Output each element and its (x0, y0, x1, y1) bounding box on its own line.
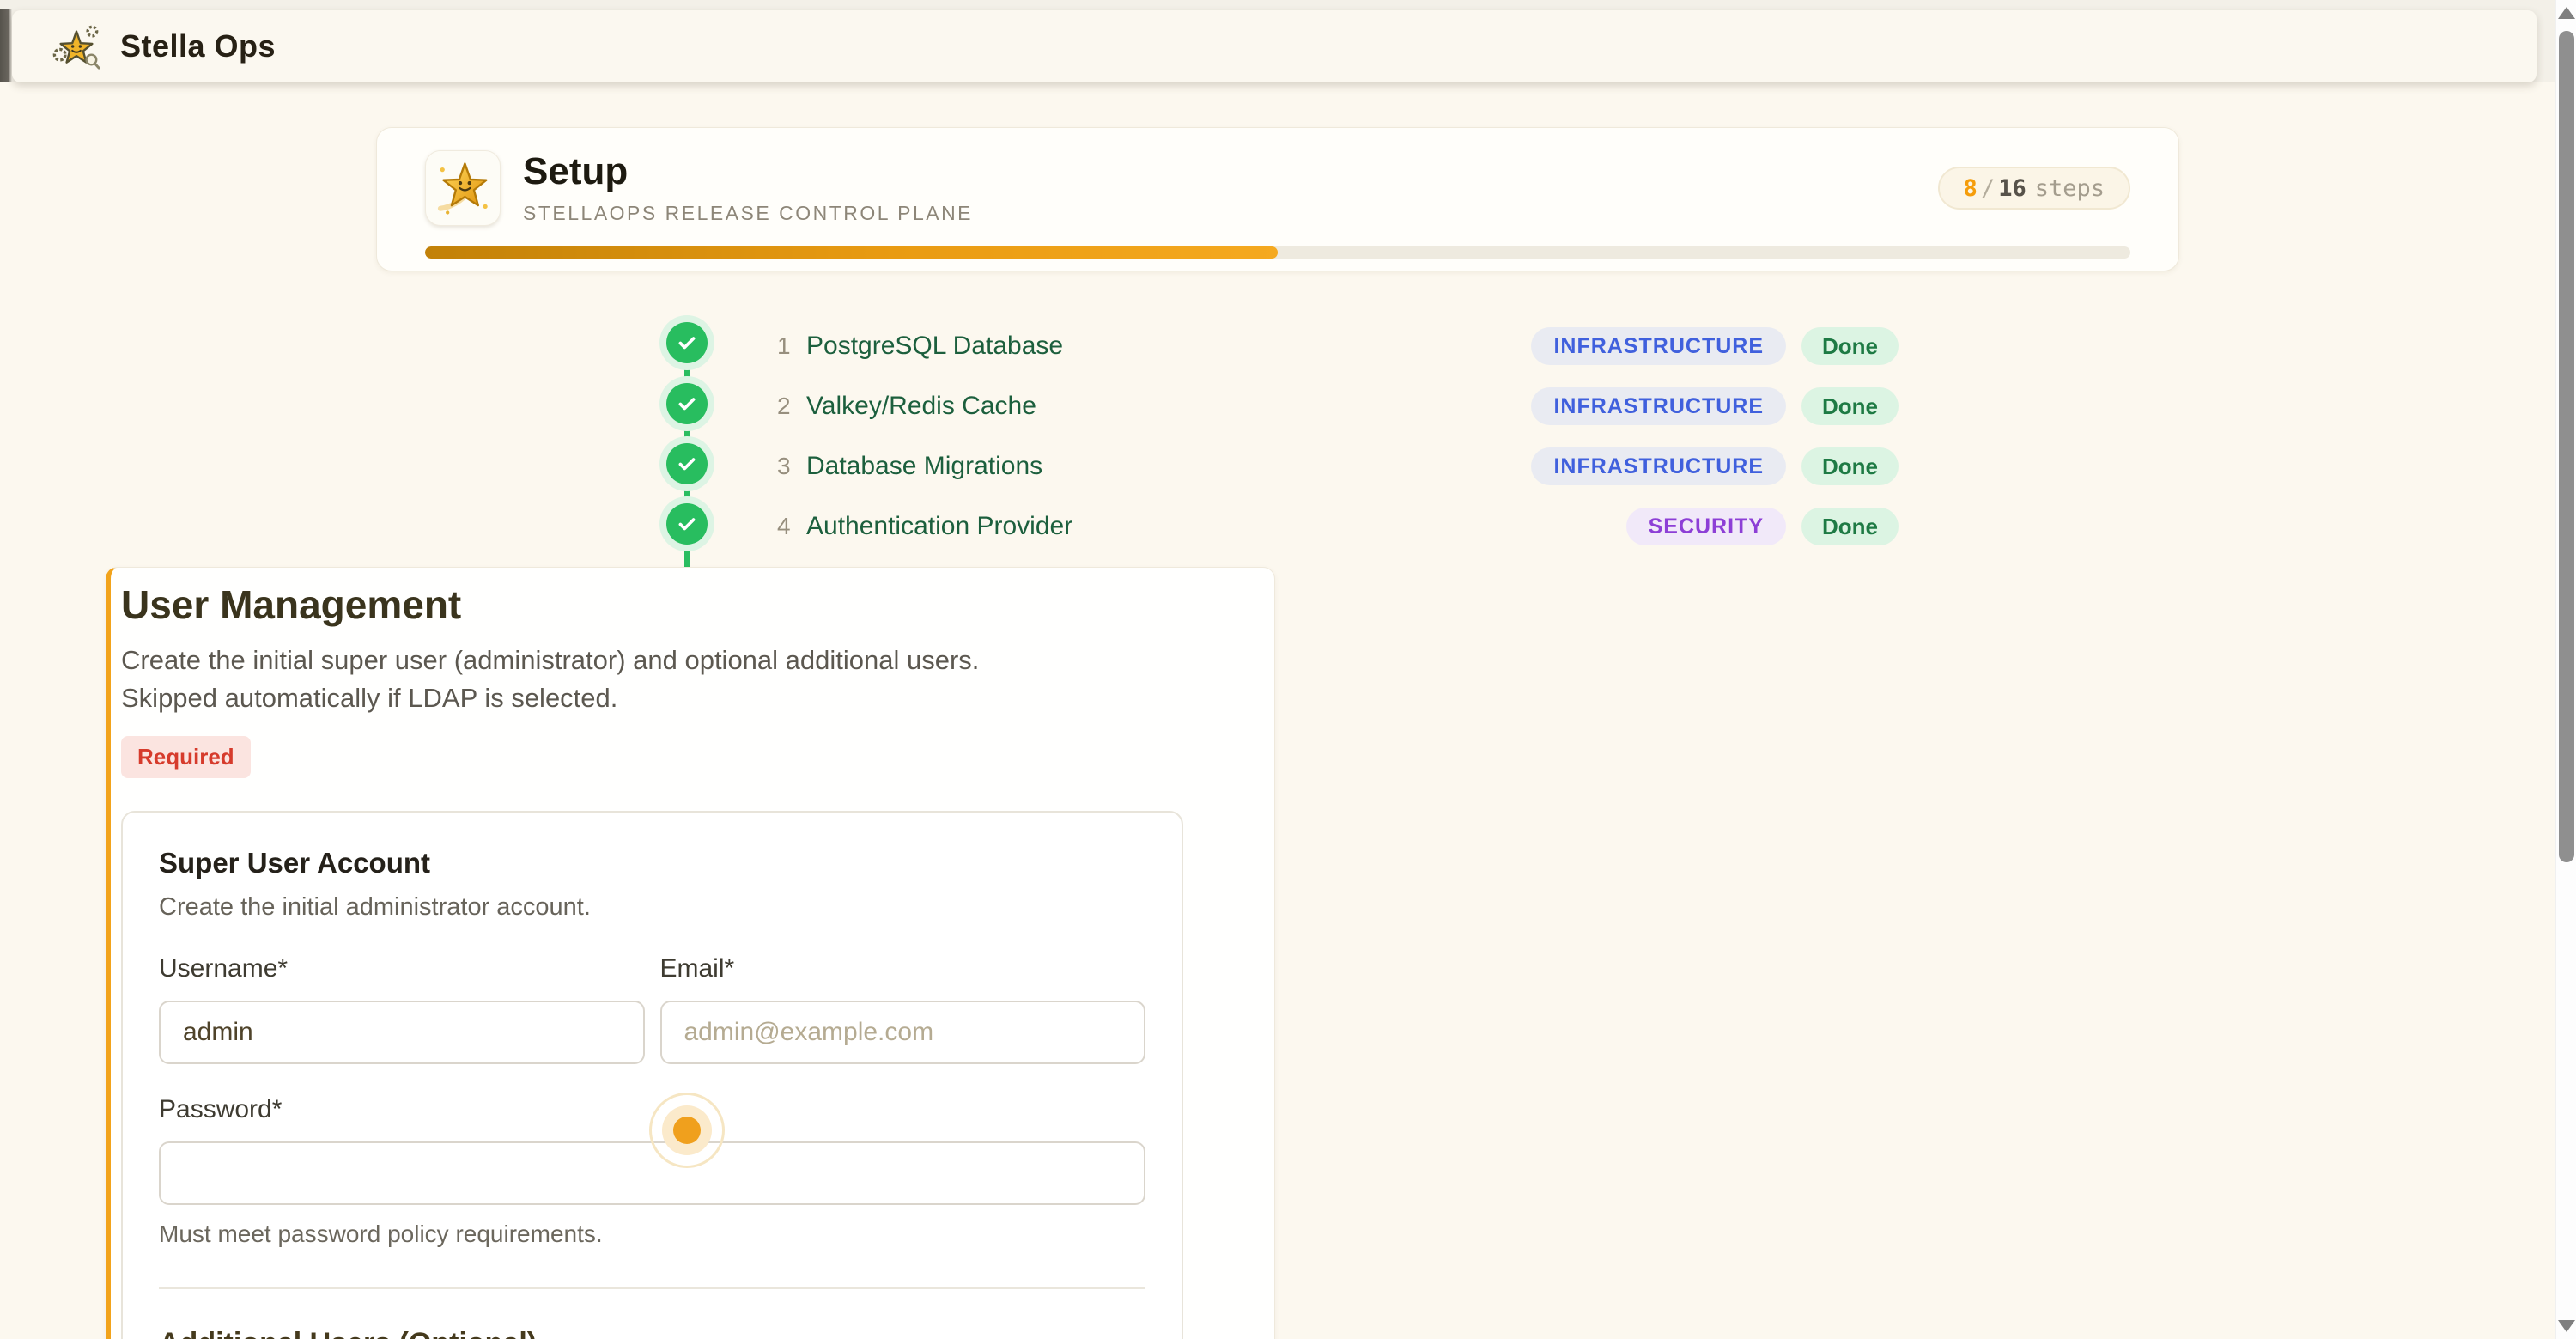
category-badge: INFRASTRUCTURE (1531, 447, 1786, 485)
scrollbar-thumb[interactable] (2559, 31, 2574, 862)
stella-ops-logo-icon (50, 21, 103, 71)
step-row-valkey-redis[interactable]: 2 Valkey/Redis Cache INFRASTRUCTURE Done (647, 376, 1899, 436)
email-input[interactable] (660, 1001, 1146, 1064)
steps-slash: / (1981, 175, 1995, 202)
step-title: PostgreSQL Database (806, 332, 1063, 361)
step-number: 1 (777, 332, 806, 360)
step-title: Valkey/Redis Cache (806, 392, 1036, 421)
steps-progress-badge: 8 / 16 steps (1938, 167, 2130, 210)
setup-progress-track (425, 246, 2130, 259)
scrollbar-down-arrow-icon[interactable] (2558, 1320, 2575, 1332)
status-badge: Done (1801, 447, 1899, 485)
step-4-check-icon (666, 503, 708, 545)
window-edge-shadow (0, 9, 12, 88)
status-badge: Done (1801, 327, 1899, 365)
username-label: Username* (159, 954, 645, 983)
scrollbar-up-arrow-icon[interactable] (2558, 7, 2575, 19)
user-management-section: User Management Create the initial super… (106, 567, 1275, 1339)
step-3-check-icon (666, 443, 708, 484)
super-user-subtitle: Create the initial administrator account… (159, 893, 1145, 922)
steps-total-count: 16 (1998, 175, 2026, 202)
steps-suffix: steps (2035, 175, 2105, 202)
app-header-bar: Stella Ops (12, 10, 2537, 82)
current-step-marker (673, 1117, 701, 1144)
main-content: Setup STELLAOPS RELEASE CONTROL PLANE 8 … (0, 82, 2555, 1339)
username-input[interactable] (159, 1001, 645, 1064)
step-number: 3 (777, 453, 806, 480)
category-badge: INFRASTRUCTURE (1531, 387, 1786, 425)
additional-users-title: Additional Users (Optional) (159, 1327, 1145, 1339)
steps-list: 1 PostgreSQL Database INFRASTRUCTURE Don… (647, 309, 1909, 557)
category-badge: SECURITY (1626, 508, 1786, 545)
page-title: Setup (523, 151, 973, 192)
required-badge: Required (121, 736, 251, 778)
app-title: Stella Ops (120, 28, 276, 64)
super-user-title: Super User Account (159, 847, 1145, 879)
setup-logo-image (425, 150, 501, 226)
step-number: 4 (777, 513, 806, 540)
setup-header-card: Setup STELLAOPS RELEASE CONTROL PLANE 8 … (376, 127, 2179, 271)
password-hint: Must meet password policy requirements. (159, 1220, 1145, 1248)
category-badge: INFRASTRUCTURE (1531, 327, 1786, 365)
step-title: Database Migrations (806, 452, 1042, 481)
step-title: Authentication Provider (806, 512, 1072, 541)
progress-fill (425, 246, 1278, 259)
section-divider (159, 1287, 1145, 1289)
step-row-postgresql[interactable]: 1 PostgreSQL Database INFRASTRUCTURE Don… (647, 316, 1899, 376)
status-badge: Done (1801, 387, 1899, 425)
vertical-scrollbar[interactable] (2555, 0, 2576, 1339)
step-row-db-migrations[interactable]: 3 Database Migrations INFRASTRUCTURE Don… (647, 436, 1899, 496)
page-subtitle: STELLAOPS RELEASE CONTROL PLANE (523, 202, 973, 225)
section-description: Create the initial super user (administr… (121, 642, 1066, 717)
step-2-check-icon (666, 383, 708, 424)
password-input[interactable] (159, 1141, 1145, 1205)
steps-done-count: 8 (1964, 175, 1978, 202)
super-user-card: Super User Account Create the initial ad… (121, 811, 1183, 1339)
step-number: 2 (777, 393, 806, 420)
status-badge: Done (1801, 508, 1899, 545)
section-title: User Management (121, 581, 1183, 628)
step-row-auth-provider[interactable]: 4 Authentication Provider SECURITY Done (647, 496, 1899, 557)
email-label: Email* (660, 954, 1146, 983)
step-1-check-icon (666, 322, 708, 363)
